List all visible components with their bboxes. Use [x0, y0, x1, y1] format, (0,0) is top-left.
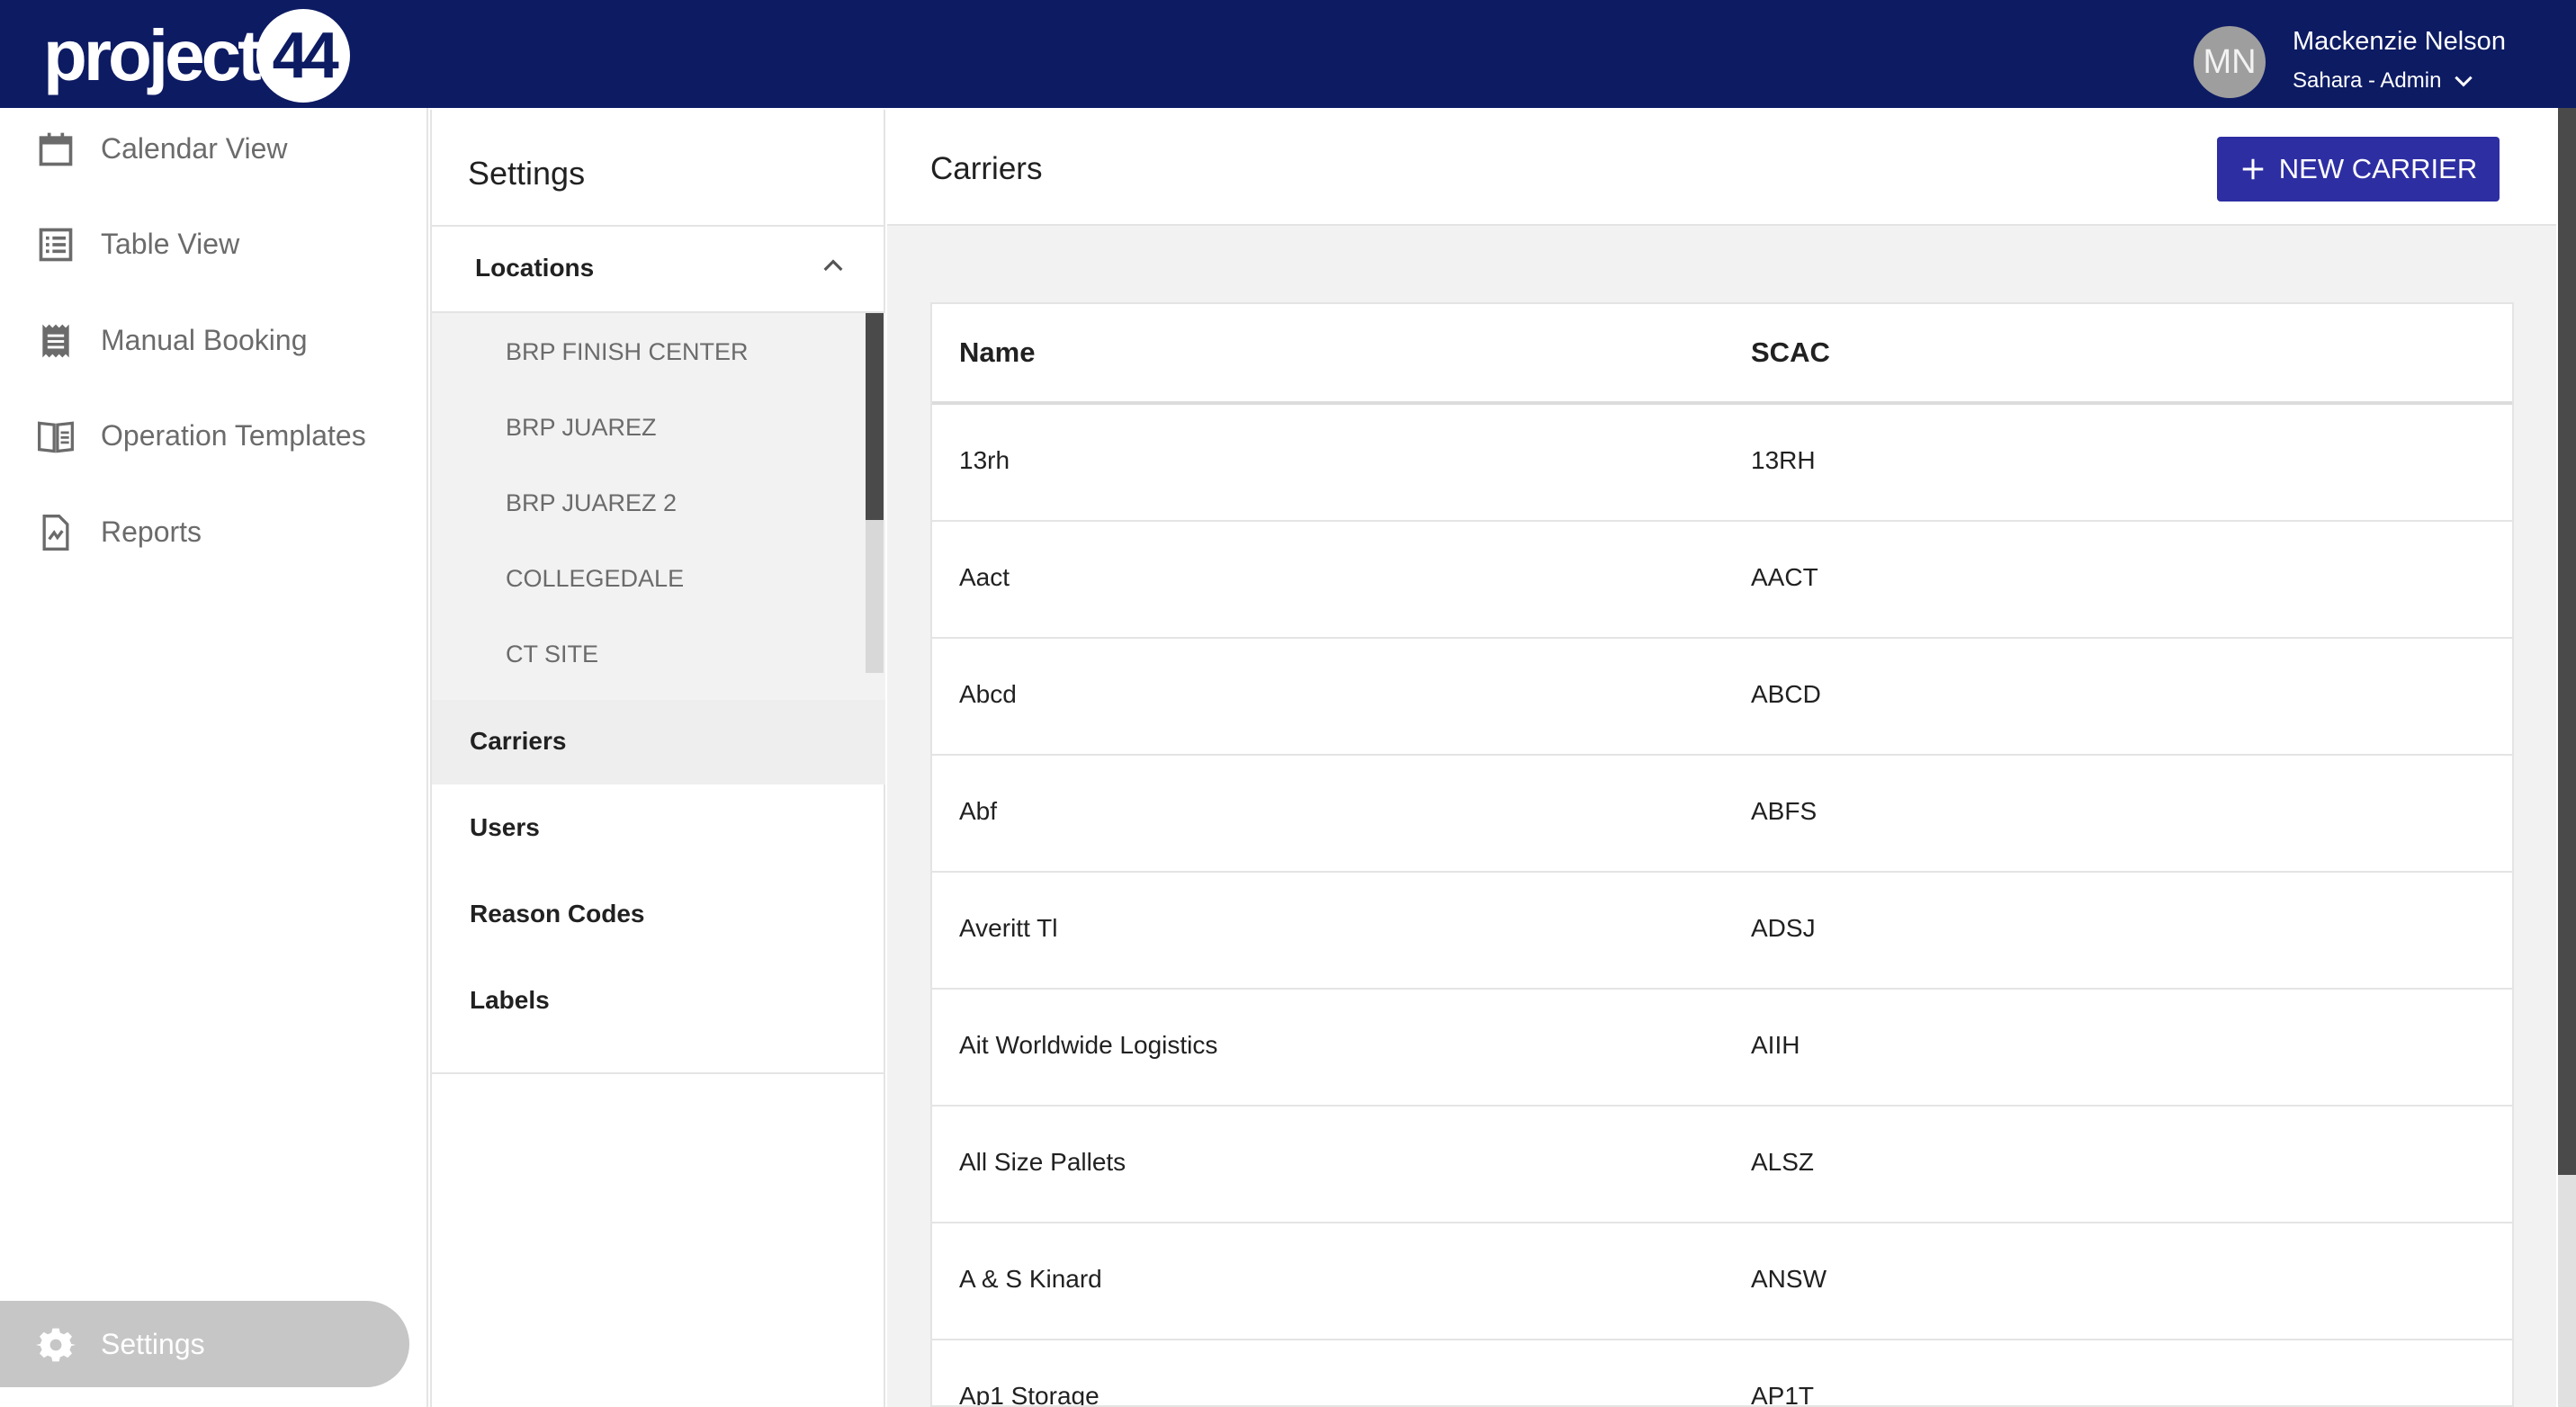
receipt-icon: [42, 324, 69, 358]
locations-accordion-header[interactable]: Locations: [432, 227, 885, 311]
locations-scrollbar-thumb[interactable]: [866, 313, 884, 520]
user-role-dropdown[interactable]: Sahara - Admin: [2293, 68, 2475, 94]
cell-name: Aact: [959, 563, 1010, 591]
page-scrollbar-thumb[interactable]: [2558, 108, 2576, 1175]
table-row[interactable]: Abcd ABCD: [932, 639, 2512, 756]
top-app-bar: project 44 MN Mackenzie Nelson Sahara - …: [0, 0, 2576, 108]
settings-item-users[interactable]: Users: [432, 786, 885, 871]
location-item[interactable]: BRP FINISH CENTER: [506, 338, 749, 366]
new-carrier-button[interactable]: NEW CARRIER: [2217, 137, 2500, 202]
settings-item-label: Carriers: [470, 727, 567, 755]
project44-logo[interactable]: project 44: [43, 7, 350, 104]
locations-label: Locations: [475, 254, 595, 282]
chevron-up-icon: [823, 259, 843, 272]
nav-label: Manual Booking: [101, 323, 308, 356]
nav-item-reports[interactable]: Reports: [0, 491, 428, 572]
column-header-name[interactable]: Name: [959, 336, 1035, 369]
gear-icon: [36, 1328, 76, 1362]
settings-item-label: Reason Codes: [470, 900, 645, 928]
nav-label: Table View: [101, 227, 240, 260]
nav-settings-inner: Settings: [0, 1304, 428, 1385]
cell-name: Averitt Tl: [959, 914, 1058, 942]
logo-number-badge: 44: [256, 9, 350, 103]
settings-item-label: Users: [470, 813, 540, 841]
plus-icon: [2242, 158, 2264, 180]
settings-title: Settings: [468, 155, 586, 192]
table-row[interactable]: Abf ABFS: [932, 756, 2512, 873]
user-name[interactable]: Mackenzie Nelson: [2293, 27, 2506, 57]
table-row[interactable]: Averitt Tl ADSJ: [932, 873, 2512, 990]
cell-scac: 13RH: [1751, 446, 1816, 474]
table-row[interactable]: Ap1 Storage AP1T: [932, 1340, 2512, 1407]
left-navigation: Calendar View Table View Manual Booking …: [0, 108, 428, 1407]
settings-item-labels[interactable]: Labels: [432, 959, 885, 1044]
cell-scac: ALSZ: [1751, 1148, 1815, 1176]
page-title: Carriers: [930, 151, 1043, 186]
settings-panel: Settings Locations BRP FINISH CENTER BRP…: [430, 110, 885, 1407]
cell-name: Ait Worldwide Logistics: [959, 1031, 1218, 1059]
location-item[interactable]: BRP JUAREZ: [506, 414, 657, 442]
cell-scac: ADSJ: [1751, 914, 1816, 942]
divider: [432, 1072, 885, 1074]
cell-name: All Size Pallets: [959, 1148, 1126, 1176]
nav-label: Operation Templates: [101, 418, 366, 452]
logo-text: project: [43, 15, 262, 95]
nav-label: Reports: [101, 515, 202, 548]
location-item[interactable]: BRP JUAREZ 2: [506, 489, 677, 517]
table-row[interactable]: Aact AACT: [932, 522, 2512, 639]
nav-item-calendar-view[interactable]: Calendar View: [0, 108, 428, 189]
settings-item-reason-codes[interactable]: Reason Codes: [432, 873, 885, 957]
cell-scac: AIIH: [1751, 1031, 1800, 1059]
nav-label: Calendar View: [101, 131, 288, 165]
location-item[interactable]: COLLEGEDALE: [506, 565, 684, 593]
cell-name: A & S Kinard: [959, 1265, 1102, 1293]
cell-scac: AP1T: [1751, 1382, 1815, 1407]
book-icon: [38, 421, 74, 453]
table-row[interactable]: 13rh 13RH: [932, 405, 2512, 522]
nav-item-settings[interactable]: Settings: [0, 1301, 409, 1387]
column-header-scac[interactable]: SCAC: [1751, 336, 1830, 369]
report-file-icon: [42, 515, 69, 551]
chevron-down-icon: [2455, 76, 2473, 87]
nav-item-manual-booking[interactable]: Manual Booking: [0, 300, 428, 381]
settings-item-label: Labels: [470, 986, 550, 1014]
new-carrier-label: NEW CARRIER: [2278, 153, 2478, 184]
table-row[interactable]: All Size Pallets ALSZ: [932, 1107, 2512, 1223]
nav-item-table-view[interactable]: Table View: [0, 203, 428, 284]
nav-label: Settings: [101, 1327, 205, 1360]
cell-scac: ABCD: [1751, 680, 1821, 708]
user-role-label: Sahara - Admin: [2293, 68, 2442, 93]
settings-item-carriers[interactable]: Carriers: [432, 700, 885, 784]
cell-scac: ANSW: [1751, 1265, 1827, 1293]
list-icon: [39, 228, 73, 262]
calendar-icon: [39, 132, 73, 166]
table-row[interactable]: A & S Kinard ANSW: [932, 1223, 2512, 1340]
cell-name: 13rh: [959, 446, 1010, 474]
cell-scac: AACT: [1751, 563, 1818, 591]
cell-name: Abf: [959, 797, 998, 825]
carriers-table: Name SCAC 13rh 13RH Aact AACT Abcd ABCD …: [930, 302, 2514, 1407]
nav-item-operation-templates[interactable]: Operation Templates: [0, 395, 428, 476]
cell-scac: ABFS: [1751, 797, 1818, 825]
cell-name: Abcd: [959, 680, 1017, 708]
cell-name: Ap1 Storage: [959, 1382, 1100, 1407]
location-item[interactable]: CT SITE: [506, 641, 598, 668]
avatar[interactable]: MN: [2194, 26, 2266, 98]
table-row[interactable]: Ait Worldwide Logistics AIIH: [932, 990, 2512, 1107]
page-scrollbar-track[interactable]: [2558, 1175, 2576, 1407]
